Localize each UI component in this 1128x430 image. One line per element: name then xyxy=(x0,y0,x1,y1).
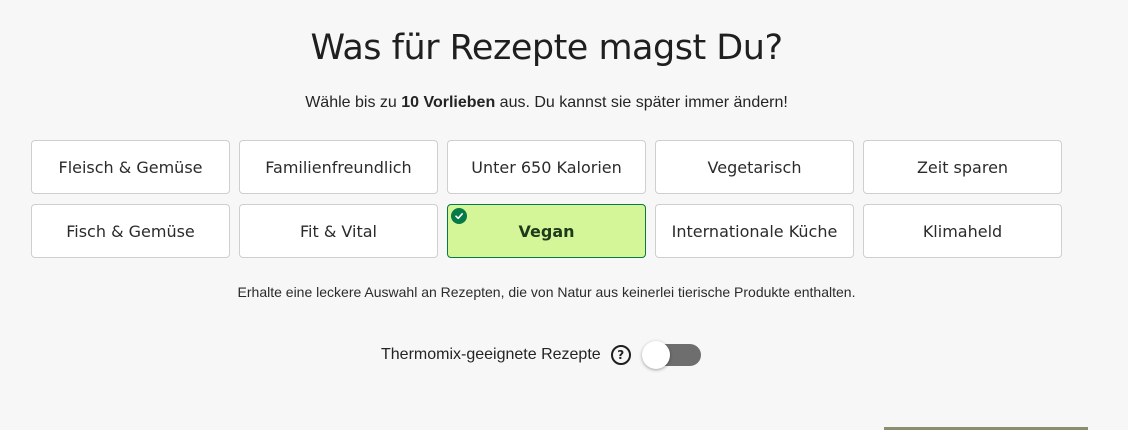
thermomix-toggle[interactable] xyxy=(641,341,701,369)
preference-chip-internationale-kueche[interactable]: Internationale Küche xyxy=(655,204,854,258)
preference-chip-label: Vegan xyxy=(518,221,575,241)
page-title: Was für Rezepte magst Du? xyxy=(310,28,783,68)
preference-chip-fleisch-gemuese[interactable]: Fleisch & Gemüse xyxy=(31,140,230,194)
preference-chip-label: Unter 650 Kalorien xyxy=(471,157,622,177)
thermomix-label: Thermomix-geeignete Rezepte xyxy=(381,346,601,363)
preference-chip-label: Fisch & Gemüse xyxy=(66,221,195,241)
preference-grid: Fleisch & Gemüse Familienfreundlich Unte… xyxy=(31,140,1062,258)
preference-chip-zeit-sparen[interactable]: Zeit sparen xyxy=(863,140,1062,194)
preference-chip-label: Fleisch & Gemüse xyxy=(58,157,203,177)
checkmark-icon xyxy=(451,208,467,224)
preference-chip-unter-650-kalorien[interactable]: Unter 650 Kalorien xyxy=(447,140,646,194)
thermomix-toggle-row: Thermomix-geeignete Rezepte ? xyxy=(381,340,701,370)
preference-chip-vegan[interactable]: Vegan xyxy=(447,204,646,258)
subtitle-prefix: Wähle bis zu xyxy=(305,94,402,111)
preference-chip-klimaheld[interactable]: Klimaheld xyxy=(863,204,1062,258)
toggle-knob xyxy=(641,341,670,369)
preference-chip-label: Vegetarisch xyxy=(707,157,802,177)
preference-chip-label: Klimaheld xyxy=(922,221,1003,241)
subtitle-highlight: 10 Vorlieben xyxy=(401,94,496,111)
preference-chip-vegetarisch[interactable]: Vegetarisch xyxy=(655,140,854,194)
preference-chip-fit-vital[interactable]: Fit & Vital xyxy=(239,204,438,258)
preference-chip-label: Familienfreundlich xyxy=(265,157,412,177)
page-subtitle: Wähle bis zu 10 Vorlieben aus. Du kannst… xyxy=(0,94,1093,112)
preference-chip-familienfreundlich[interactable]: Familienfreundlich xyxy=(239,140,438,194)
preference-chip-fisch-gemuese[interactable]: Fisch & Gemüse xyxy=(31,204,230,258)
question-circle-icon[interactable]: ? xyxy=(610,345,631,365)
preference-chip-label: Zeit sparen xyxy=(916,157,1009,177)
preference-chip-label: Internationale Küche xyxy=(671,221,838,241)
subtitle-suffix: aus. Du kannst sie später immer ändern! xyxy=(495,94,788,111)
preference-chip-label: Fit & Vital xyxy=(300,221,377,241)
preference-description: Erhalte eine leckere Auswahl an Rezepten… xyxy=(237,284,856,300)
